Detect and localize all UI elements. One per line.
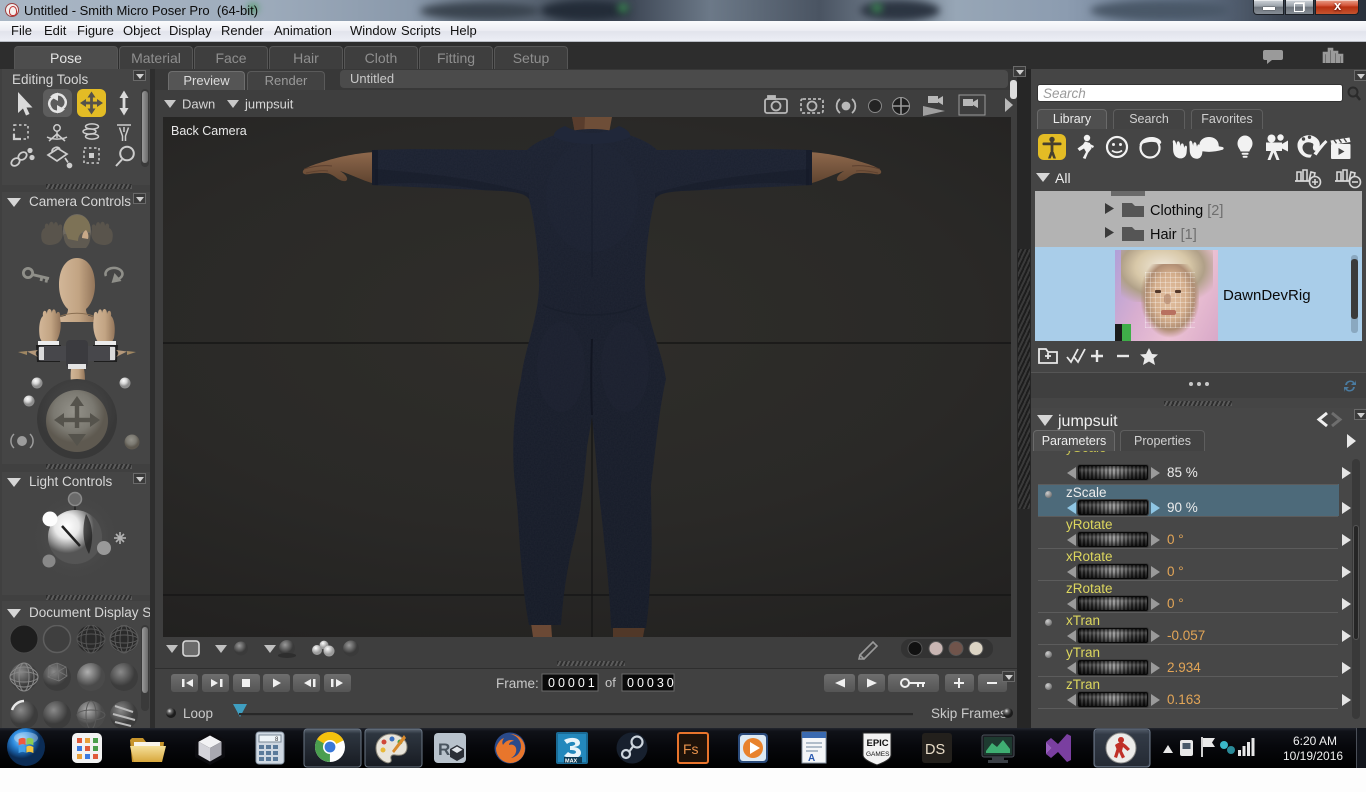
svg-text:00030: 00030 (627, 676, 677, 690)
svg-text:jumpsuit: jumpsuit (244, 97, 294, 111)
svg-text:Skip Frames: Skip Frames (931, 706, 1007, 721)
svg-text:EPIC: EPIC (867, 738, 889, 749)
svg-text:R: R (438, 740, 450, 759)
svg-text:10/19/2016: 10/19/2016 (1283, 749, 1343, 763)
svg-text:of: of (605, 675, 616, 690)
svg-text:00001: 00001 (548, 676, 598, 690)
svg-text:Loop: Loop (183, 706, 213, 721)
svg-text:Hair [1]: Hair [1] (1150, 227, 1197, 243)
svg-text:6:20 AM: 6:20 AM (1293, 734, 1337, 748)
svg-text:Clothing [2]: Clothing [2] (1150, 203, 1223, 219)
svg-text:Fs: Fs (683, 741, 699, 757)
svg-text:A: A (808, 753, 815, 764)
svg-text:Frame:: Frame: (496, 676, 539, 691)
svg-text:GAMES: GAMES (866, 751, 890, 758)
svg-text:Dawn: Dawn (182, 97, 215, 111)
svg-text:All: All (1055, 170, 1071, 186)
svg-text:jumpsuit: jumpsuit (1057, 413, 1118, 430)
svg-text:DS: DS (925, 742, 945, 758)
svg-text:MAX: MAX (565, 759, 578, 765)
